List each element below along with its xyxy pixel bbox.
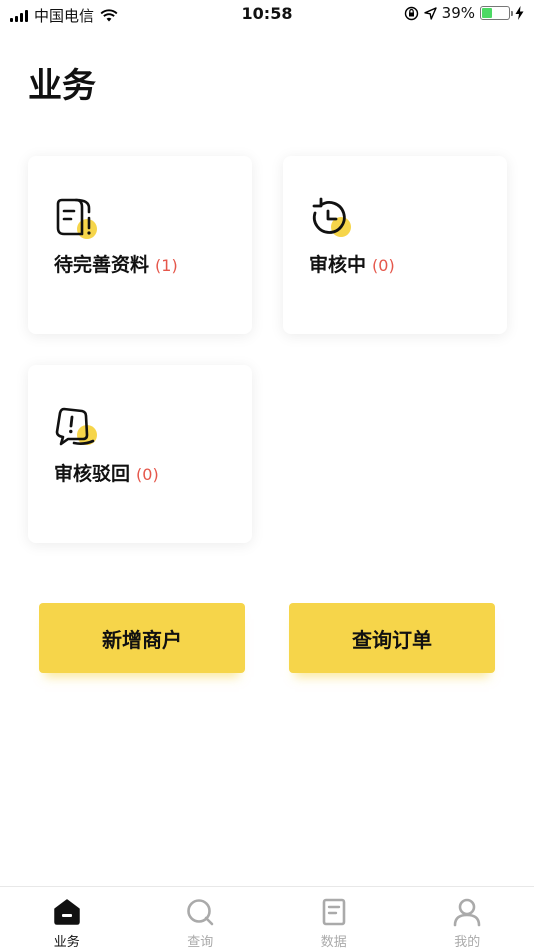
user-icon [453, 898, 481, 927]
search-icon [187, 899, 214, 926]
tab-profile[interactable]: 我的 [401, 887, 534, 950]
data-icon [322, 898, 346, 926]
card-label: 审核中 (0) [309, 250, 395, 277]
tab-label: 查询 [187, 935, 214, 950]
query-orders-button[interactable]: 查询订单 [289, 603, 495, 673]
battery-percent: 39% [441, 4, 475, 22]
card-title: 待完善资料 [54, 254, 150, 276]
charging-bolt-icon [515, 6, 524, 20]
tab-label: 数据 [320, 935, 347, 950]
tab-data[interactable]: 数据 [267, 887, 401, 950]
add-merchant-button[interactable]: 新增商户 [39, 603, 245, 673]
card-under-review[interactable]: 审核中 (0) [283, 156, 507, 334]
tab-search[interactable]: 查询 [134, 887, 268, 950]
tab-label: 我的 [454, 935, 481, 950]
clock-refresh-icon [312, 197, 351, 237]
status-right: 39% [404, 4, 524, 22]
card-pending-info[interactable]: 待完善资料 (1) [28, 156, 252, 334]
card-rejected[interactable]: 审核驳回 (0) [28, 365, 252, 543]
card-title: 审核中 [309, 254, 367, 276]
rejected-icon [55, 407, 97, 446]
tab-bar: 业务 查询 数据 我的 [0, 886, 534, 950]
card-label: 待完善资料 (1) [54, 250, 178, 277]
card-count: (0) [372, 256, 395, 275]
card-title: 审核驳回 [54, 463, 131, 485]
tab-label: 业务 [53, 935, 80, 950]
card-count: (1) [155, 256, 178, 275]
page-title: 业务 [28, 66, 96, 106]
document-icon [56, 198, 97, 239]
business-icon [54, 899, 80, 925]
card-count: (0) [136, 465, 159, 484]
location-arrow-icon [423, 6, 437, 20]
status-bar: 中国电信 10:58 39% [0, 0, 534, 28]
orientation-lock-icon [404, 6, 418, 20]
tab-business[interactable]: 业务 [0, 887, 134, 950]
battery-level [482, 8, 493, 18]
card-label: 审核驳回 (0) [54, 459, 159, 486]
battery-icon [480, 6, 513, 20]
